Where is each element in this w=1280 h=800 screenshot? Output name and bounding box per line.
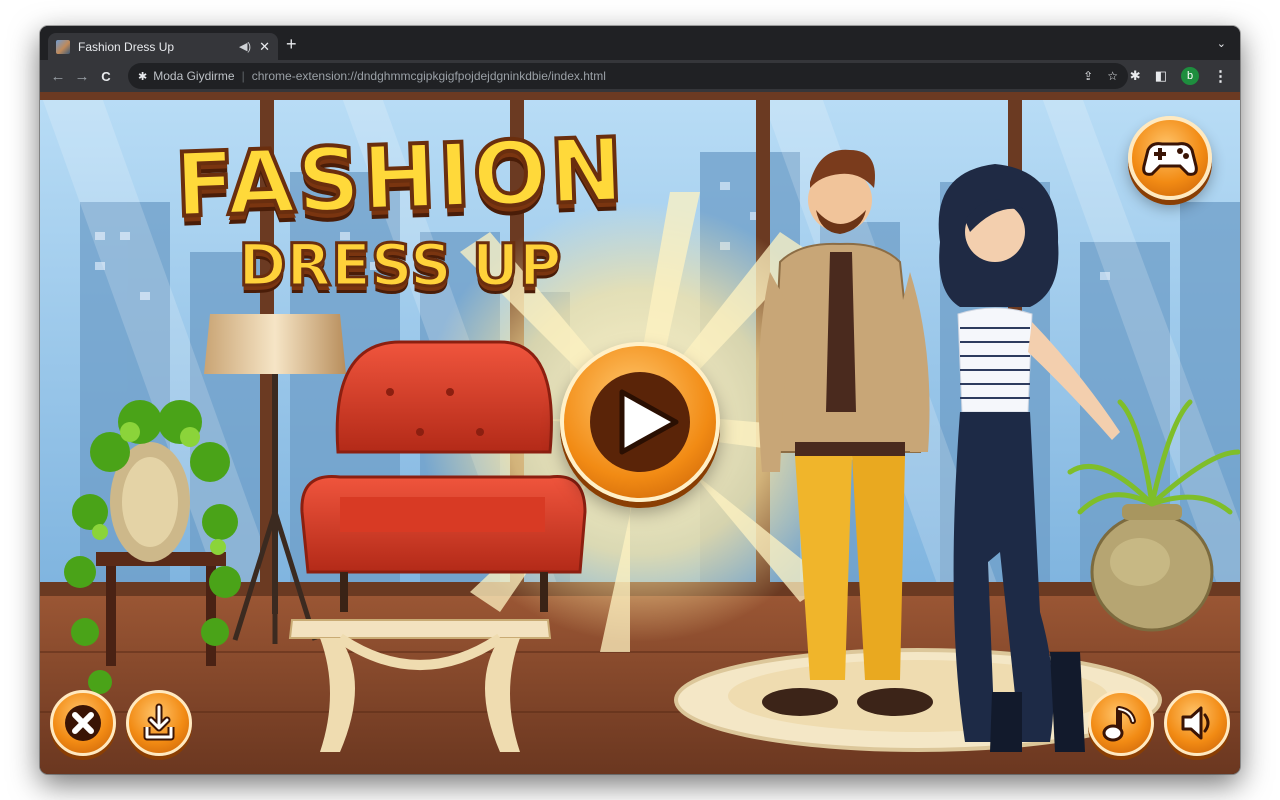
bookmark-star-icon[interactable]: ☆ xyxy=(1107,69,1118,83)
url-text: chrome-extension://dndghmmcgipkgigfpojde… xyxy=(251,69,606,83)
play-button[interactable] xyxy=(560,342,720,502)
address-bar[interactable]: ✱ Moda Giydirme | chrome-extension://dnd… xyxy=(128,63,1128,89)
game-canvas: FASHION DRESS UP xyxy=(40,92,1240,774)
sound-button[interactable] xyxy=(1164,690,1230,756)
browser-toolbar: ← → C ✱ Moda Giydirme | chrome-extension… xyxy=(40,60,1240,92)
game-title-line2: DRESS UP xyxy=(237,230,563,301)
music-note-icon xyxy=(1102,706,1136,742)
download-button[interactable] xyxy=(126,690,192,756)
close-game-button[interactable] xyxy=(50,690,116,756)
favicon-icon xyxy=(56,39,70,54)
game-title-line1: FASHION xyxy=(171,116,629,239)
close-icon xyxy=(65,705,101,741)
back-button[interactable]: ← xyxy=(46,68,70,85)
profile-avatar[interactable]: b xyxy=(1181,67,1199,85)
new-tab-button[interactable]: + xyxy=(286,35,297,53)
browser-window: Fashion Dress Up ◀) ✕ + ⌄ ← → C ✱ Moda G… xyxy=(40,26,1240,774)
play-icon xyxy=(590,372,690,472)
speaker-icon[interactable]: ◀) xyxy=(239,40,251,53)
game-title: FASHION DRESS UP xyxy=(140,116,660,301)
music-button[interactable] xyxy=(1088,690,1154,756)
forward-button[interactable]: → xyxy=(70,68,94,85)
tab-title: Fashion Dress Up xyxy=(78,39,175,54)
speaker-icon xyxy=(1181,706,1210,740)
site-name: Moda Giydirme xyxy=(153,69,235,83)
extensions-icon[interactable]: ✱ xyxy=(1130,68,1141,84)
tab-strip: Fashion Dress Up ◀) ✕ + ⌄ xyxy=(40,26,1240,60)
tab-search-button[interactable]: ⌄ xyxy=(1217,37,1226,50)
side-panel-icon[interactable]: ◧ xyxy=(1155,68,1167,84)
browser-menu-icon[interactable]: ⋮ xyxy=(1213,67,1228,85)
download-icon xyxy=(143,703,175,741)
reload-button[interactable]: C xyxy=(94,69,118,84)
extension-puzzle-icon: ✱ xyxy=(138,70,148,83)
separator: | xyxy=(241,69,245,83)
red-armchair xyxy=(300,340,587,612)
more-games-button[interactable] xyxy=(1128,116,1212,200)
close-tab-icon[interactable]: ✕ xyxy=(259,39,270,55)
share-icon[interactable]: ⇪ xyxy=(1083,69,1093,83)
gamepad-icon xyxy=(1142,142,1198,176)
tab-fashion-dress-up[interactable]: Fashion Dress Up ◀) ✕ xyxy=(48,33,278,60)
